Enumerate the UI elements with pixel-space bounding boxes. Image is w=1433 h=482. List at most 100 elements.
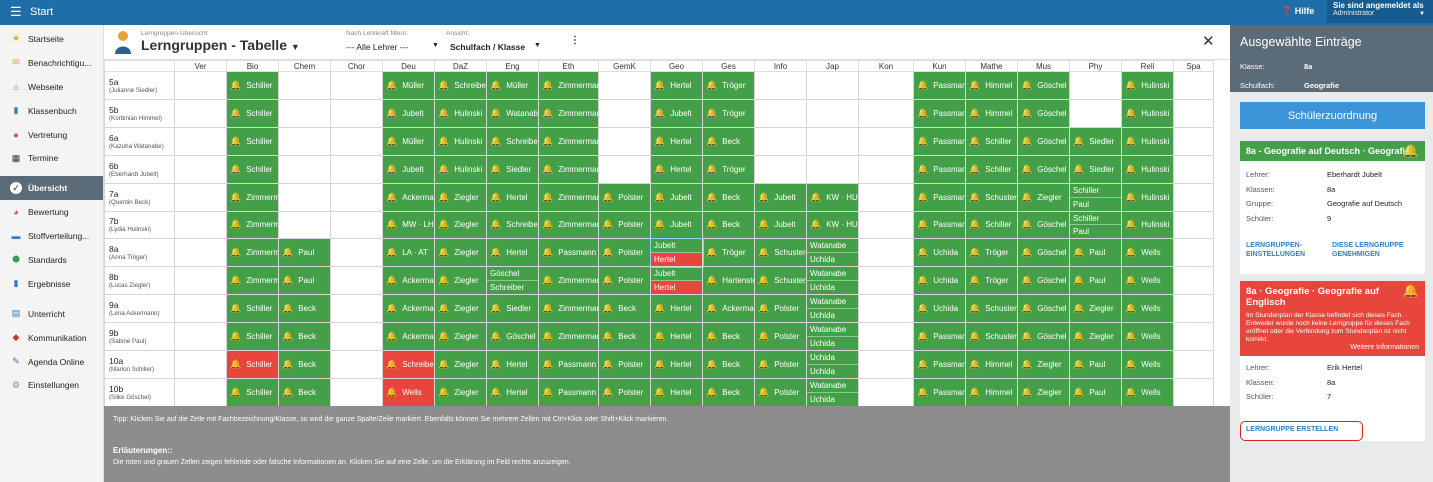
group-cell[interactable]: 🔔 Polster (754, 294, 807, 324)
group-cell[interactable]: 🔔 Ziegler (434, 322, 487, 352)
group-cell[interactable]: Watanabe Uchida (806, 322, 859, 352)
group-cell[interactable]: 🔔 Siedler (486, 154, 539, 184)
group-cell[interactable]: 🔔 Siedler (1069, 126, 1122, 156)
group-cell[interactable]: 🔔 Hulinski (434, 154, 487, 184)
group-cell[interactable] (858, 322, 914, 352)
learning-group-title[interactable]: 8a - Geografie auf Deutsch · Geografie 🔔 (1240, 141, 1425, 161)
group-cell[interactable]: 🔔 Jubelt (754, 210, 807, 240)
group-cell[interactable]: 🔔 Paul (1069, 266, 1122, 296)
group-cell[interactable] (278, 210, 331, 240)
group-cell[interactable]: 🔔 Wells (1121, 266, 1174, 296)
group-cell[interactable]: 🔔 Jubelt (650, 98, 703, 128)
class-row-header[interactable]: 9b (Sabine Paul) (104, 322, 175, 352)
group-cell[interactable] (174, 98, 227, 128)
group-cell[interactable]: 🔔 Schiller (226, 377, 279, 406)
group-cell[interactable]: 🔔 Ziegler (434, 210, 487, 240)
group-cell[interactable] (1173, 266, 1214, 296)
more-options-icon[interactable]: ⋮ (570, 35, 580, 46)
group-cell[interactable]: 🔔 Zimmermann (538, 98, 599, 128)
group-cell[interactable] (278, 71, 331, 100)
group-cell[interactable] (858, 294, 914, 324)
group-cell[interactable] (1173, 98, 1214, 128)
column-header-eng[interactable]: Eng (486, 60, 539, 72)
close-icon[interactable]: ✕ (1202, 32, 1215, 50)
group-cell[interactable]: 🔔 Zimmermann (538, 210, 599, 240)
group-cell[interactable]: 🔔 Passmann (913, 322, 966, 352)
column-header-geo[interactable]: Geo (650, 60, 703, 72)
group-cell[interactable]: 🔔 Wells (1121, 238, 1174, 268)
group-cell[interactable]: 🔔 Beck (702, 322, 755, 352)
sidebar-item-bewertung[interactable]: ◕ Bewertung (0, 200, 103, 224)
group-cell[interactable]: 🔔 Ziegler (434, 238, 487, 268)
group-cell[interactable]: 🔔 Passmann (913, 377, 966, 406)
sidebar-item-benachrichtigu[interactable]: ✉ Benachrichtigu... (0, 51, 103, 75)
group-cell[interactable]: 🔔 Siedler (486, 294, 539, 324)
group-cell[interactable]: 🔔 Paul (1069, 238, 1122, 268)
group-cell[interactable]: 🔔 Uchida (913, 266, 966, 296)
group-cell[interactable]: 🔔 Beck (702, 377, 755, 406)
group-cell[interactable]: 🔔 Hulinski (1121, 126, 1174, 156)
group-cell[interactable]: 🔔 Uchida (913, 238, 966, 268)
group-cell[interactable] (858, 98, 914, 128)
group-cell[interactable]: 🔔 Beck (278, 294, 331, 324)
group-cell[interactable] (754, 71, 807, 100)
help-link[interactable]: ❓ Hilfe (1281, 6, 1314, 17)
group-cell[interactable]: 🔔 Polster (598, 266, 651, 296)
group-cell[interactable]: 🔔 Polster (754, 350, 807, 379)
sidebar-item-einstellungen[interactable]: ⚙ Einstellungen (0, 373, 103, 397)
group-cell[interactable]: 🔔 Zimmermann (538, 154, 599, 184)
sidebar-item-agenda-online[interactable]: ✎ Agenda Online (0, 350, 103, 374)
class-row-header[interactable]: 8b (Lucas Ziegler) (104, 266, 175, 296)
group-cell[interactable]: 🔔 Ziegler (434, 182, 487, 212)
group-cell[interactable]: 🔔 Polster (754, 377, 807, 406)
group-cell[interactable]: 🔔 Müller (486, 71, 539, 100)
class-row-header[interactable]: 7b (Lydia Hulinski) (104, 210, 175, 240)
group-cell[interactable]: 🔔 Hulinski (434, 126, 487, 156)
group-cell[interactable]: 🔔 Ziegler (1017, 350, 1070, 379)
view-select[interactable]: Schulfach / Klasse ▼ (450, 42, 542, 52)
column-header-mus[interactable]: Mus (1017, 60, 1070, 72)
group-cell[interactable]: 🔔 Zimmermann (538, 322, 599, 352)
group-cell[interactable] (174, 182, 227, 212)
group-cell[interactable] (806, 98, 859, 128)
group-cell[interactable]: 🔔 Hulinski (1121, 210, 1174, 240)
group-cell[interactable]: 🔔 Passmann (538, 238, 599, 268)
group-cell[interactable] (1173, 154, 1214, 184)
group-cell[interactable]: 🔔 Beck (278, 377, 331, 406)
group-cell[interactable] (806, 154, 859, 184)
group-cell[interactable]: 🔔 Ziegler (1069, 294, 1122, 324)
group-cell[interactable]: 🔔 Beck (598, 322, 651, 352)
group-cell[interactable]: 🔔 Müller (382, 126, 435, 156)
group-cell[interactable] (330, 350, 383, 379)
group-cell[interactable]: 🔔 Watanabe (486, 98, 539, 128)
group-cell[interactable]: 🔔 Göschel (1017, 126, 1070, 156)
group-cell[interactable]: Uchida Uchida (806, 350, 859, 379)
group-cell[interactable]: 🔔 Polster (598, 238, 651, 268)
group-cell[interactable]: 🔔 Zimmermann (538, 126, 599, 156)
group-cell[interactable] (1173, 294, 1214, 324)
teacher-filter-select[interactable]: --- Alle Lehrer --- ▼ (346, 42, 439, 52)
group-cell[interactable]: 🔔 Beck (598, 294, 651, 324)
group-cell[interactable]: 🔔 Passmann (913, 71, 966, 100)
group-cell[interactable]: 🔔 Schiller (226, 294, 279, 324)
group-cell[interactable]: 🔔 Jubelt (382, 154, 435, 184)
group-cell[interactable]: 🔔 Hertel (486, 350, 539, 379)
group-cell[interactable]: 🔔 Ackermann (382, 294, 435, 324)
approve-learning-group-link[interactable]: DIESE LERNGRUPPE GENEHMIGEN (1332, 242, 1406, 259)
class-row-header[interactable]: 5a (Julianne Siedler) (104, 71, 175, 100)
column-header-daz[interactable]: DaZ (434, 60, 487, 72)
column-header-deu[interactable]: Deu (382, 60, 435, 72)
group-cell[interactable] (858, 377, 914, 406)
group-cell[interactable]: 🔔 Wells (382, 377, 435, 406)
group-cell[interactable] (278, 154, 331, 184)
group-cell[interactable]: Watanabe Uchida (806, 238, 859, 268)
group-cell[interactable] (174, 71, 227, 100)
group-cell[interactable]: 🔔 Beck (702, 350, 755, 379)
group-cell[interactable]: 🔔 Himmel (965, 71, 1018, 100)
group-cell[interactable]: 🔔 Zimmermann (538, 294, 599, 324)
group-cell[interactable]: 🔔 Göschel (1017, 154, 1070, 184)
group-cell[interactable]: 🔔 Hulinski (1121, 154, 1174, 184)
group-cell[interactable]: 🔔 Polster (598, 210, 651, 240)
group-cell[interactable]: 🔔 Paul (1069, 377, 1122, 406)
sidebar-item-ergebnisse[interactable]: ▮ Ergebnisse (0, 272, 103, 296)
